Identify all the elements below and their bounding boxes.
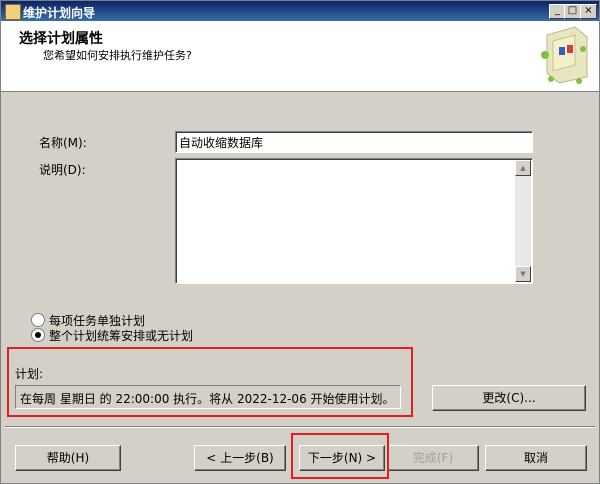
wizard-illustration-icon [541, 26, 588, 84]
description-label: 说明(D): [39, 163, 86, 177]
radio-separate-schedule[interactable] [31, 313, 45, 327]
title-bar[interactable]: 维护计划向导 _ □ × [1, 1, 599, 21]
wizard-window: 维护计划向导 _ □ × 选择计划属性 您希望如何安排执行维护任务? 名称(M)… [0, 0, 600, 484]
window-title: 维护计划向导 [23, 6, 96, 20]
name-input[interactable]: 自动收缩数据库 [175, 131, 533, 153]
schedule-label: 计划: [15, 367, 44, 381]
schedule-display: 在每周 星期日 的 22:00:00 执行。将从 2022-12-06 开始使用… [15, 385, 401, 409]
cancel-button[interactable]: 取消 [485, 445, 587, 471]
highlight-box-next [291, 433, 389, 479]
change-schedule-button[interactable]: 更改(C)... [432, 385, 586, 411]
name-input-value: 自动收缩数据库 [179, 136, 264, 150]
wizard-header: 选择计划属性 您希望如何安排执行维护任务? [1, 21, 599, 92]
scroll-up-icon[interactable]: ▲ [515, 160, 531, 176]
page-subtitle: 您希望如何安排执行维护任务? [43, 49, 192, 62]
close-button[interactable]: × [580, 4, 597, 19]
app-icon [5, 4, 21, 20]
footer-separator [5, 426, 595, 428]
schedule-value: 在每周 星期日 的 22:00:00 执行。将从 2022-12-06 开始使用… [20, 392, 395, 406]
finish-button[interactable]: 完成(F) [387, 445, 479, 471]
page-title: 选择计划属性 [19, 31, 103, 47]
description-textarea[interactable]: ▲ ▼ [175, 158, 533, 284]
description-scrollbar[interactable]: ▲ ▼ [515, 160, 531, 282]
radio-selected-dot [35, 332, 41, 338]
back-button[interactable]: < 上一步(B) [194, 445, 286, 471]
maximize-button[interactable]: □ [564, 4, 581, 19]
help-button[interactable]: 帮助(H) [15, 445, 121, 471]
radio-single-label[interactable]: 整个计划统筹安排或无计划 [49, 327, 193, 344]
name-label: 名称(M): [39, 136, 87, 150]
radio-single-schedule[interactable] [31, 328, 45, 342]
scroll-down-icon[interactable]: ▼ [515, 266, 531, 282]
